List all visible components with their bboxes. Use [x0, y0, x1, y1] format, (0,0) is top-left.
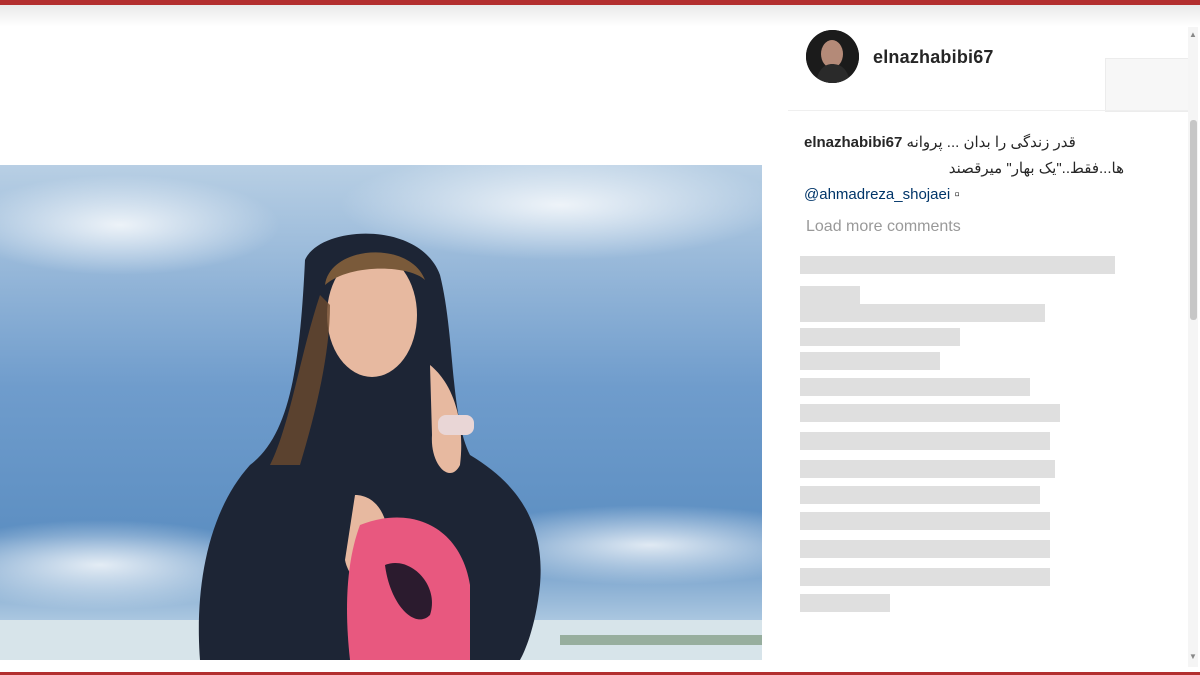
blurred-comment — [800, 594, 890, 612]
blurred-comment — [800, 256, 1115, 274]
photo-image — [0, 165, 762, 660]
scroll-down-arrow-icon[interactable]: ▼ — [1189, 652, 1197, 661]
load-more-comments-link[interactable]: Load more comments — [806, 218, 961, 236]
scrollbar-thumb[interactable] — [1190, 120, 1197, 320]
blurred-comments — [800, 248, 1130, 638]
profile-avatar-icon[interactable] — [806, 30, 859, 83]
blurred-comment — [800, 486, 1040, 504]
blurred-comment — [800, 512, 1050, 530]
post-username[interactable]: elnazhabibi67 — [873, 47, 994, 68]
blurred-comment — [800, 568, 1050, 586]
header-divider — [788, 110, 1188, 111]
blurred-comment — [800, 378, 1030, 396]
blurred-comment — [800, 352, 940, 370]
blurred-comment — [800, 286, 860, 304]
caption-text-1: قدر زندگی را بدان ... پروانه — [906, 134, 1076, 151]
blurred-comment — [800, 328, 960, 346]
scroll-up-arrow-icon[interactable]: ▲ — [1189, 30, 1197, 39]
post-photo[interactable] — [0, 165, 762, 660]
caption-text-2: ها...فقط.."یک بهار" میرقصند — [948, 160, 1124, 177]
blurred-comment — [800, 432, 1050, 450]
top-shadow — [0, 5, 1200, 27]
caption-mention-link[interactable]: @ahmadreza_shojaei — [804, 186, 950, 203]
header-corner-area — [1105, 58, 1189, 112]
blurred-comment — [800, 404, 1060, 422]
blurred-comment — [800, 304, 1045, 322]
caption-trailing-glyph: ▫ — [954, 186, 960, 203]
post-caption: elnazhabibi67 قدر زندگی را بدان ... پروا… — [804, 130, 1124, 208]
blurred-comment — [800, 460, 1055, 478]
caption-line-3: @ahmadreza_shojaei ▫ — [804, 182, 1124, 208]
caption-username[interactable]: elnazhabibi67 — [804, 134, 902, 151]
caption-line-1: elnazhabibi67 قدر زندگی را بدان ... پروا… — [804, 130, 1124, 156]
blurred-comment — [800, 540, 1050, 558]
